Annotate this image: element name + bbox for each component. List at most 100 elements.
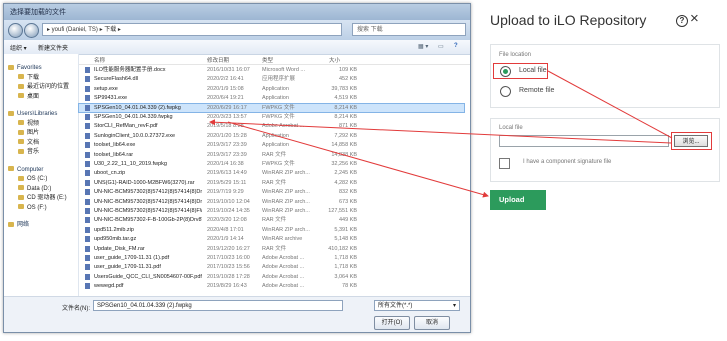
column-size[interactable]: 大小 (329, 56, 340, 64)
forward-arrow-icon[interactable] (24, 23, 39, 38)
file-size: 832 KB (338, 189, 357, 196)
cancel-button[interactable]: 取消 (414, 316, 450, 330)
file-date: 2020/1/20 15:28 (207, 132, 247, 139)
table-row[interactable]: wewegd.pdf 2019/8/29 16:43 Adobe Acrobat .… (79, 282, 464, 290)
table-row[interactable]: toolset_lib64.exe 2019/3/17 23:39 Applicat… (79, 141, 464, 149)
file-size: 673 KB (338, 198, 357, 205)
table-row[interactable]: SunloginClient_10.0.0.27372.exe 2020/1/20… (79, 132, 464, 140)
nav-group[interactable]: Computer (8, 166, 43, 174)
table-row[interactable]: SecureFlash64.dll 2020/2/2 16:41 应用程序扩展 452… (79, 75, 464, 83)
highlight-box (671, 132, 712, 150)
nav-item[interactable]: OS (F:) (18, 204, 47, 212)
search-input[interactable]: 搜索 下载 (352, 23, 466, 36)
help-icon[interactable]: ? (454, 43, 458, 49)
table-row[interactable]: SPSGen10_04.01.04.339.fwpkg 2020/3/23 13:… (79, 113, 464, 121)
nav-item[interactable]: 下载 (18, 74, 39, 82)
file-type: Adobe Acrobat ... (262, 255, 305, 261)
address-path[interactable]: ▸ youfi (Daniel, TS) ▸ 下载 ▸ (42, 23, 342, 36)
file-type: Application (262, 85, 289, 92)
nav-group[interactable]: 网络 (8, 221, 29, 229)
table-row[interactable]: U30_2.22_11_10_2019.fwpkg 2020/1/4 16:38 F… (79, 160, 464, 168)
file-date: 2019/3/17 23:39 (207, 151, 247, 158)
file-date: 2020/3/20 12:08 (207, 217, 247, 224)
filetype-select[interactable]: 所有文件(*.*) ▾ (374, 300, 460, 311)
remote-file-radio[interactable] (500, 86, 511, 97)
table-row[interactable]: setup.exe 2020/1/9 15:08 Application 39,783… (79, 85, 464, 93)
file-size: 1,718 KB (334, 264, 357, 271)
nav-item[interactable]: Data (D:) (18, 185, 51, 193)
file-name: toolset_lib64.exe (94, 142, 136, 149)
preview-pane-icon[interactable]: ▭ (438, 43, 444, 50)
file-name: Update_Disk_FM.rar (94, 245, 145, 252)
new-folder-button[interactable]: 新建文件夹 (38, 43, 68, 52)
file-name: wewegd.pdf (94, 283, 124, 290)
table-row[interactable]: user_guide_1709-11.31 (1).pdf 2017/10/23 … (79, 254, 464, 262)
back-arrow-icon[interactable] (8, 23, 23, 38)
column-name[interactable]: 名称 (94, 56, 105, 64)
highlight-box (493, 63, 548, 79)
nav-item[interactable]: 最近访问的位置 (18, 83, 69, 91)
organize-menu[interactable]: 组织 ▾ (10, 43, 27, 52)
nav-item-label: Data (D:) (27, 185, 52, 192)
nav-item[interactable]: 视频 (18, 120, 39, 128)
table-row[interactable]: toolset_lib64.rar 2019/3/17 23:39 RAR 文件 14… (79, 151, 464, 159)
table-row[interactable]: Update_Disk_FM.rar 2019/12/20 16:27 RAR 文件… (79, 245, 464, 253)
nav-group[interactable]: Favorites (8, 64, 42, 72)
file-icon (85, 151, 90, 158)
table-row[interactable]: UsersGuide_QCC_CLI_SN0054607-00F.pdf 2019… (79, 273, 464, 281)
table-row[interactable]: SP99431.exe 2020/6/4 19:21 Application 4,51… (79, 94, 464, 102)
table-row[interactable]: UN-NIC-BCM957302-F-B-100Gb-2P(8)Drv8Win8… (79, 216, 464, 224)
nav-group[interactable]: Users\Libraries (8, 110, 57, 118)
filename-input[interactable]: SPSGen10_04.01.04.339 (2).fwpkg (93, 300, 343, 311)
table-row[interactable]: UNS(G1)-RAID-1000-M2BFW6(3270).rar 2019/5… (79, 179, 464, 187)
file-size: 8,214 KB (334, 104, 357, 111)
table-row[interactable]: upd950mib.tar.gz 2020/1/9 14:14 WinRAR arc… (79, 235, 464, 243)
nav-item-label: 文档 (27, 139, 40, 146)
nav-item[interactable]: 文档 (18, 139, 39, 147)
table-row[interactable]: UN-NIC-BCM957302(8)57412(8)57414(8)Dm8(V… (79, 188, 464, 196)
table-row[interactable]: UN-NIC-BCM957302(8)57412(8)57414(8)FW(8.… (79, 207, 464, 215)
folder-icon (18, 204, 24, 210)
file-date: 2017/10/23 15:56 (207, 264, 250, 271)
column-type[interactable]: 类型 (262, 56, 273, 64)
nav-item[interactable]: OS (C:) (18, 175, 47, 183)
nav-item-label: CD 驱动器 (E:) (27, 195, 67, 201)
view-options-icon[interactable]: ▦ ▾ (418, 43, 428, 50)
nav-item-label: 最近访问的位置 (27, 84, 70, 90)
column-date[interactable]: 修改日期 (207, 56, 229, 64)
file-size: 1,718 KB (334, 255, 357, 261)
file-date: 2019/5/18 8:28 (207, 123, 244, 130)
table-row[interactable]: UN-NIC-BCM957302(8)57412(8)57414(8)Dm(Wi… (79, 198, 464, 206)
nav-item[interactable]: 音乐 (18, 148, 39, 156)
file-icon (85, 142, 90, 149)
nav-item[interactable]: CD 驱动器 (E:) (18, 194, 67, 202)
file-date: 2019/10/24 14:35 (207, 208, 250, 214)
table-row[interactable]: user_guide_1709-11.31.pdf 2017/10/23 15:5… (79, 263, 464, 271)
help-icon[interactable]: ? (676, 15, 688, 27)
nav-item-label: 视频 (27, 120, 40, 127)
upload-button[interactable]: Upload (490, 190, 546, 210)
file-icon (85, 104, 90, 111)
close-icon[interactable]: × (690, 11, 699, 26)
local-file-input[interactable] (499, 135, 669, 147)
file-size: 4,519 KB (334, 95, 357, 102)
file-type: WinRAR ZIP arch... (262, 198, 310, 205)
open-button[interactable]: 打开(O) (374, 316, 410, 330)
address-bar-area: ▸ youfi (Daniel, TS) ▸ 下载 ▸ 搜索 下载 (4, 20, 470, 40)
file-name: user_guide_1709-11.31.pdf (94, 264, 161, 271)
file-icon (85, 273, 90, 280)
table-row[interactable]: ILO性能服务器配置手册.docx 2016/10/31 16:07 Microso… (79, 66, 464, 74)
signature-checkbox[interactable] (499, 158, 510, 169)
table-row[interactable]: uboot_cn.zip 2019/6/13 14:49 WinRAR ZIP ar… (79, 169, 464, 177)
table-row[interactable]: upd511.2mib.zip 2020/4/8 17:01 WinRAR ZIP … (79, 226, 464, 234)
nav-item[interactable]: 图片 (18, 129, 39, 137)
table-row[interactable]: SPSGen10_04.01.04.339 (2).fwpkg 2020/6/29… (78, 102, 465, 113)
nav-item[interactable]: 桌面 (18, 93, 39, 101)
file-size: 871 KB (338, 123, 357, 130)
file-icon (85, 95, 90, 102)
table-row[interactable]: StorCLI_RefMan_revF.pdf 2019/5/18 8:28 Ado… (79, 122, 464, 130)
nav-item-label: Users\Libraries (17, 111, 58, 117)
nav-item-label: 网络 (17, 222, 30, 228)
file-date: 2019/10/28 17:28 (207, 273, 250, 280)
filetype-value: 所有文件(*.*) (378, 303, 413, 309)
